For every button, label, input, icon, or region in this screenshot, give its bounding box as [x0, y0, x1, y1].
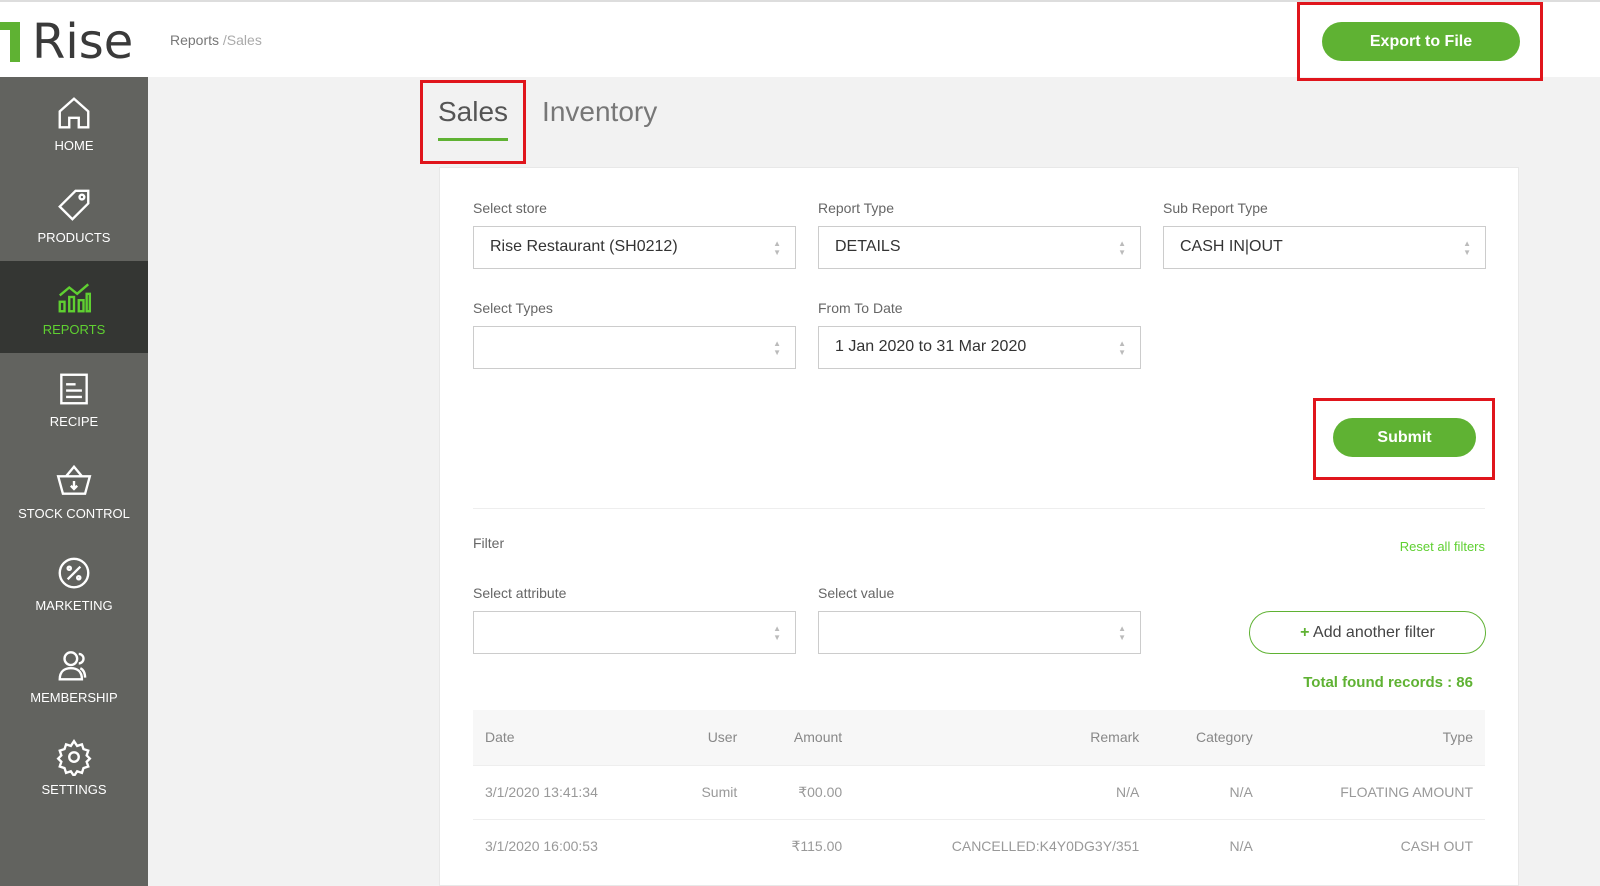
chart-icon — [58, 282, 92, 312]
value-select[interactable]: ▲ ▼ — [818, 611, 1141, 654]
sidebar-item-recipe[interactable]: RECIPE — [0, 353, 148, 445]
sort-arrows-icon: ▲ ▼ — [1118, 339, 1126, 357]
gear-icon — [56, 738, 92, 776]
sort-arrows-icon: ▲ ▼ — [1118, 239, 1126, 257]
table-row: 3/1/2020 16:00:53 ₹115.00 CANCELLED:K4Y0DG… — [473, 818, 1485, 873]
sort-arrows-icon: ▲ ▼ — [1463, 239, 1471, 257]
highlight-box — [1297, 2, 1543, 81]
sidebar-item-home[interactable]: HOME — [0, 77, 148, 169]
sidebar-item-marketing[interactable]: MARKETING — [0, 537, 148, 629]
records-table: Date User Amount Remark Category Type 3/… — [473, 710, 1485, 873]
home-icon — [58, 96, 90, 128]
breadcrumb-reports[interactable]: Reports — [170, 32, 219, 48]
sort-arrows-icon: ▲ ▼ — [773, 624, 781, 642]
plus-icon: + — [1300, 623, 1310, 641]
sidebar-item-membership[interactable]: MEMBERSHIP — [0, 629, 148, 721]
recipe-icon — [60, 373, 88, 404]
sidebar: HOME PRODUCTS REPORTS RECIPE STOCK CONTR… — [0, 77, 148, 886]
add-filter-button[interactable]: + Add another filter — [1249, 611, 1486, 654]
total-records: Total found records : 86 — [1303, 674, 1473, 691]
breadcrumb-sales: /Sales — [222, 32, 262, 48]
sidebar-item-reports[interactable]: REPORTS — [0, 261, 148, 353]
tab-inventory[interactable]: Inventory — [542, 96, 657, 141]
report-type-select[interactable]: DETAILS ▲ ▼ — [818, 226, 1141, 269]
table-row: 3/1/2020 13:41:34 Sumit ₹00.00 N/A N/A FLOATI… — [473, 764, 1485, 819]
sort-arrows-icon: ▲ ▼ — [1118, 624, 1126, 642]
sort-arrows-icon: ▲ ▼ — [773, 239, 781, 257]
sidebar-item-stock-control[interactable]: STOCK CONTROL — [0, 445, 148, 537]
types-select[interactable]: ▲ ▼ — [473, 326, 796, 369]
report-form-card: Select store Rise Restaurant (SH0212) ▲ ▼ … — [439, 167, 1519, 886]
sort-arrows-icon: ▲ ▼ — [773, 339, 781, 357]
users-icon — [58, 650, 87, 680]
logo[interactable]: Rise — [0, 14, 133, 70]
sidebar-item-products[interactable]: PRODUCTS — [0, 169, 148, 261]
sub-report-type-select[interactable]: CASH IN|OUT ▲ ▼ — [1163, 226, 1486, 269]
breadcrumb: Reports /Sales — [170, 32, 262, 48]
reset-filters-link[interactable]: Reset all filters — [1400, 539, 1485, 554]
highlight-box — [420, 80, 526, 164]
store-select[interactable]: Rise Restaurant (SH0212) ▲ ▼ — [473, 226, 796, 269]
sidebar-item-settings[interactable]: SETTINGS — [0, 721, 148, 813]
basket-icon — [56, 464, 92, 495]
date-range-select[interactable]: 1 Jan 2020 to 31 Mar 2020 ▲ ▼ — [818, 326, 1141, 369]
tag-icon — [58, 189, 90, 221]
highlight-box — [1313, 398, 1495, 480]
percent-badge-icon — [58, 557, 90, 588]
attribute-select[interactable]: ▲ ▼ — [473, 611, 796, 654]
divider — [473, 508, 1485, 509]
